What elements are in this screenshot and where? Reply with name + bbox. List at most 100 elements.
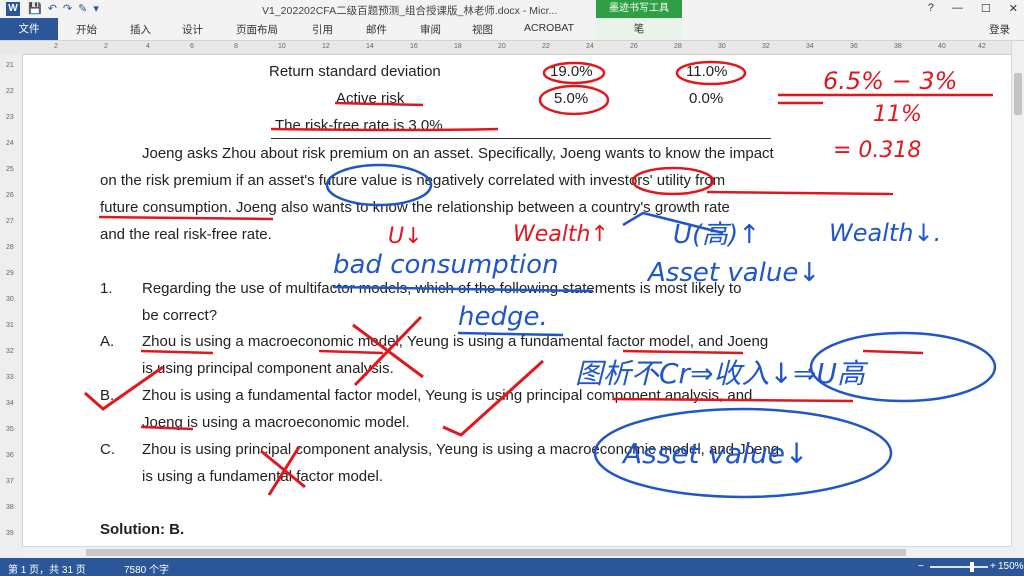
tab-insert[interactable]: 插入 bbox=[130, 22, 151, 37]
vruler-mark: 23 bbox=[6, 114, 14, 121]
login-link[interactable]: 登录 bbox=[989, 22, 1010, 37]
window-title: V1_202202CFA二级百题预测_组合授课版_林老师.docx - Micr… bbox=[262, 5, 558, 17]
option-c-text: Zhou is using principal component analys… bbox=[142, 441, 780, 458]
ruler-mark: 36 bbox=[850, 43, 858, 50]
tab-design[interactable]: 设计 bbox=[182, 22, 203, 37]
question-text: Regarding the use of multifactor models,… bbox=[142, 280, 742, 297]
close-icon[interactable]: ✕ bbox=[1009, 2, 1018, 15]
solution-text: Solution: B. bbox=[100, 521, 185, 538]
quick-access-toolbar: 💾 ↶ ↷ ✎ ▾ bbox=[28, 2, 99, 15]
redo-icon[interactable]: ↷ bbox=[63, 2, 72, 15]
question-text: be correct? bbox=[142, 307, 218, 324]
zoom-slider-knob[interactable] bbox=[970, 562, 974, 572]
vruler-mark: 22 bbox=[6, 88, 14, 95]
option-a-text: is using principal component analysis. bbox=[142, 360, 394, 377]
tab-file[interactable]: 文件 bbox=[0, 18, 58, 40]
tab-pen[interactable]: 笔 bbox=[596, 18, 682, 40]
word-app-icon[interactable]: W bbox=[6, 2, 20, 16]
tab-acrobat[interactable]: ACROBAT bbox=[524, 22, 574, 34]
option-a-text: Zhou is using a macroeconomic model, Yeu… bbox=[142, 333, 769, 350]
vruler-mark: 26 bbox=[6, 192, 14, 199]
ruler-mark: 34 bbox=[806, 43, 814, 50]
ruler-mark: 22 bbox=[542, 43, 550, 50]
ruler-mark: 32 bbox=[762, 43, 770, 50]
vertical-scroll-thumb[interactable] bbox=[1014, 73, 1022, 115]
vruler-mark: 31 bbox=[6, 322, 14, 329]
vruler-mark: 25 bbox=[6, 166, 14, 173]
document-body[interactable]: Return standard deviation 19.0% 11.0% Ac… bbox=[23, 55, 1011, 545]
table-footnote: The risk-free rate is 3.0% bbox=[275, 117, 443, 134]
table-cell: 5.0% bbox=[554, 90, 589, 107]
ribbon-tabs: 文件 开始 插入 设计 页面布局 引用 邮件 审阅 视图 ACROBAT 笔 登… bbox=[0, 18, 1024, 41]
option-b-text: Zhou is using a fundamental factor model… bbox=[142, 387, 753, 404]
ruler-mark: 4 bbox=[146, 43, 150, 50]
zoom-out-icon[interactable]: − bbox=[918, 561, 924, 572]
page-count[interactable]: 第 1 页，共 31 页 bbox=[8, 561, 86, 576]
horizontal-scroll-thumb[interactable] bbox=[86, 549, 906, 556]
ruler-mark: 18 bbox=[454, 43, 462, 50]
table-row-label: Return standard deviation bbox=[269, 63, 441, 80]
ruler-mark: 40 bbox=[938, 43, 946, 50]
help-icon[interactable]: ? bbox=[928, 2, 934, 15]
tab-page-layout[interactable]: 页面布局 bbox=[236, 22, 278, 37]
ruler-mark: 30 bbox=[718, 43, 726, 50]
option-c-text: is using a fundamental factor model. bbox=[142, 468, 383, 485]
vruler-mark: 21 bbox=[6, 62, 14, 69]
vruler-mark: 30 bbox=[6, 296, 14, 303]
vruler-mark: 36 bbox=[6, 452, 14, 459]
vertical-ruler[interactable]: 21 22 23 24 25 26 27 28 29 30 31 32 33 3… bbox=[0, 54, 23, 558]
table-row-label: Active risk bbox=[336, 90, 405, 107]
word-count[interactable]: 7580 个字 bbox=[124, 561, 169, 576]
more-icon[interactable]: ▾ bbox=[93, 2, 99, 15]
option-letter-c: C. bbox=[100, 441, 115, 458]
ruler-mark: 38 bbox=[894, 43, 902, 50]
ruler-mark: 12 bbox=[322, 43, 330, 50]
option-letter-a: A. bbox=[100, 333, 115, 350]
pen-icon[interactable]: ✎ bbox=[78, 2, 87, 15]
ruler-mark: 42 bbox=[978, 43, 986, 50]
tab-review[interactable]: 审阅 bbox=[420, 22, 441, 37]
document-page[interactable]: Return standard deviation 19.0% 11.0% Ac… bbox=[23, 55, 1011, 545]
vruler-mark: 37 bbox=[6, 478, 14, 485]
ruler-mark: 10 bbox=[278, 43, 286, 50]
horizontal-scrollbar[interactable] bbox=[22, 546, 1012, 558]
tab-home[interactable]: 开始 bbox=[76, 22, 97, 37]
option-letter-b: B. bbox=[100, 387, 115, 404]
question-number: 1. bbox=[100, 280, 113, 297]
tab-mailings[interactable]: 邮件 bbox=[366, 22, 387, 37]
maximize-icon[interactable]: ☐ bbox=[981, 2, 991, 15]
undo-icon[interactable]: ↶ bbox=[48, 2, 57, 15]
vruler-mark: 28 bbox=[6, 244, 14, 251]
vruler-mark: 32 bbox=[6, 348, 14, 355]
ruler-mark: 28 bbox=[674, 43, 682, 50]
paragraph-line: on the risk premium if an asset's future… bbox=[100, 172, 726, 189]
zoom-level[interactable]: 150% bbox=[998, 561, 1024, 572]
vruler-mark: 34 bbox=[6, 400, 14, 407]
ruler-mark: 26 bbox=[630, 43, 638, 50]
horizontal-ruler[interactable]: 2 2 4 6 8 10 12 14 16 18 20 22 24 26 28 … bbox=[0, 41, 1012, 55]
tab-references[interactable]: 引用 bbox=[312, 22, 333, 37]
vruler-mark: 38 bbox=[6, 504, 14, 511]
paragraph-line: future consumption. Joeng also wants to … bbox=[100, 199, 730, 216]
table-bottom-rule bbox=[271, 138, 771, 139]
zoom-slider[interactable] bbox=[930, 566, 988, 568]
table-cell: 11.0% bbox=[686, 63, 728, 80]
tab-view[interactable]: 视图 bbox=[472, 22, 493, 37]
paragraph-line: and the real risk-free rate. bbox=[100, 226, 272, 243]
vruler-mark: 27 bbox=[6, 218, 14, 225]
ink-tools-label: 墨迹书写工具 bbox=[596, 0, 682, 18]
vruler-mark: 29 bbox=[6, 270, 14, 277]
title-bar: W 💾 ↶ ↷ ✎ ▾ V1_202202CFA二级百题预测_组合授课版_林老师… bbox=[0, 0, 1024, 18]
vruler-mark: 39 bbox=[6, 530, 14, 537]
window-controls: ? — ☐ ✕ bbox=[928, 2, 1018, 15]
table-cell: 0.0% bbox=[689, 90, 724, 107]
status-bar: 第 1 页，共 31 页 7580 个字 − + 150% bbox=[0, 558, 1024, 576]
save-icon[interactable]: 💾 bbox=[28, 2, 42, 15]
ruler-mark: 14 bbox=[366, 43, 374, 50]
option-b-text: Joeng is using a macroeconomic model. bbox=[142, 414, 410, 431]
vertical-scrollbar[interactable] bbox=[1011, 41, 1024, 558]
zoom-in-icon[interactable]: + bbox=[990, 561, 996, 572]
vruler-mark: 24 bbox=[6, 140, 14, 147]
minimize-icon[interactable]: — bbox=[952, 2, 963, 15]
ruler-mark: 24 bbox=[586, 43, 594, 50]
